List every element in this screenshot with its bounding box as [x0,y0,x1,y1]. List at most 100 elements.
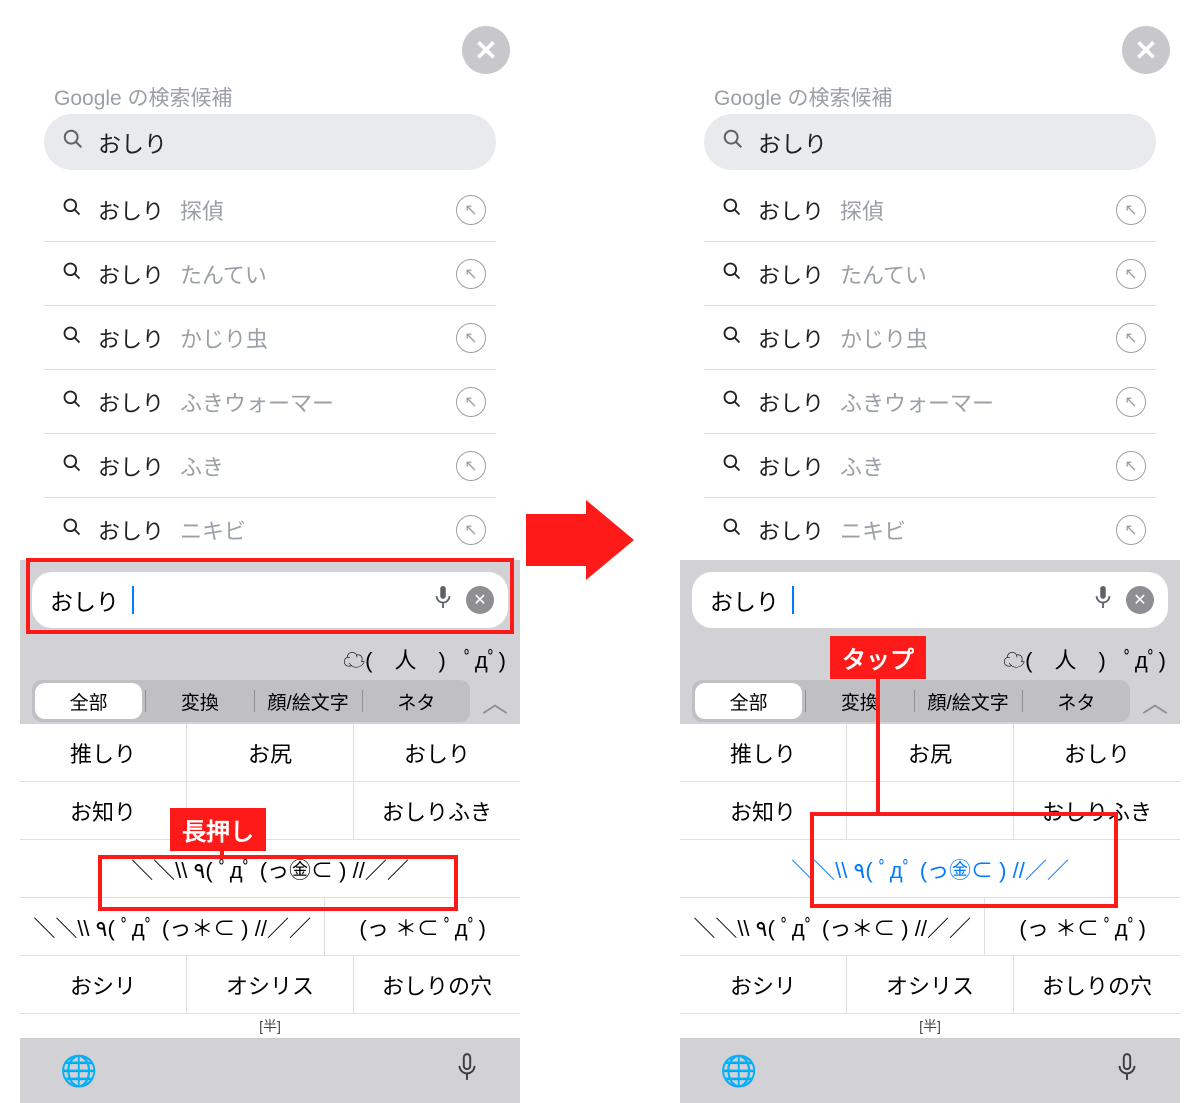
seg-neta[interactable]: ネタ [363,680,470,722]
suggestion-prefix: おしり [758,514,824,546]
candidate[interactable]: ＼＼\\ ٩( ﾟдﾟ (っ＊⊂ ) //／／ [20,898,325,955]
insert-icon[interactable]: ↖ [1116,451,1146,481]
emoji-shortcut[interactable]: ☁( 人 ) [1003,643,1106,675]
candidate[interactable]: おしりふき [1014,782,1180,839]
keyboard-area: ☁( 人 ) ﾟдﾟ) 全部 変換 顔/絵文字 ネタ ︿ 推しり お尻 [680,640,1180,1103]
candidate[interactable]: おしりの穴 [354,956,520,1013]
candidate[interactable]: (っ ＊⊂ ﾟдﾟ) [985,898,1180,955]
suggestion-suffix: ふき [180,450,224,482]
footnote: [半] [20,1014,520,1039]
candidate[interactable]: ＼＼\\ ٩( ﾟдﾟ (っ＊⊂ ) //／／ [680,898,985,955]
candidate-area: 推しり お尻 おしり お知り おしりふき ＼＼\\ ٩( ﾟдﾟ (っ㊎⊂ ) … [20,724,520,1039]
clear-icon[interactable]: ✕ [466,586,494,614]
candidate[interactable]: お尻 [187,724,354,781]
text-cursor [132,586,134,614]
suggestion-row[interactable]: おしりかじり虫↖ [704,306,1156,370]
seg-all[interactable]: 全部 [35,683,142,719]
insert-icon[interactable]: ↖ [1116,387,1146,417]
suggestion-row[interactable]: おしりニキビ↖ [44,498,496,562]
candidate[interactable]: お尻 [847,724,1014,781]
suggestion-row[interactable]: おしりふき↖ [704,434,1156,498]
suggestion-suffix: 探偵 [840,194,884,226]
text-input[interactable]: おしり ✕ [32,572,508,628]
suggestion-row[interactable]: おしりたんてい↖ [44,242,496,306]
emoji-shortcut[interactable]: ﾟдﾟ) [1124,643,1166,675]
candidate[interactable]: お知り [20,782,187,839]
candidate[interactable]: おしりの穴 [1014,956,1180,1013]
candidate[interactable]: 推しり [20,724,187,781]
seg-all[interactable]: 全部 [695,683,802,719]
suggestion-row[interactable]: おしりかじり虫↖ [44,306,496,370]
mic-icon[interactable] [454,1052,480,1090]
search-icon [722,516,742,544]
candidate[interactable]: おシリ [680,956,847,1013]
candidate[interactable]: おしり [1014,724,1180,781]
suggestion-row[interactable]: おしりふき↖ [44,434,496,498]
suggestion-prefix: おしり [98,514,164,546]
suggestion-row[interactable]: おしり探偵 ↖ [704,178,1156,242]
search-icon [62,128,84,157]
search-icon [722,324,742,352]
emoji-shortcut[interactable]: ☁( 人 ) [343,643,446,675]
candidate[interactable]: おシリ [20,956,187,1013]
suggestion-row[interactable]: おしり探偵↖ [44,178,496,242]
insert-icon[interactable]: ↖ [1116,515,1146,545]
globe-icon[interactable]: 🌐 [720,1054,757,1089]
seg-neta[interactable]: ネタ [1023,680,1130,722]
close-icon[interactable]: ✕ [462,26,510,74]
address-bar-wrap: おしり ✕ [20,560,520,640]
suggestion-suffix: 探偵 [180,194,224,226]
emoji-shortcut[interactable]: ﾟдﾟ) [464,643,506,675]
insert-icon[interactable]: ↖ [1116,259,1146,289]
suggestion-row[interactable]: おしりたんてい↖ [704,242,1156,306]
insert-icon[interactable]: ↖ [456,387,486,417]
suggestion-row[interactable]: おしりニキビ ↖ [704,498,1156,562]
clear-icon[interactable]: ✕ [1126,586,1154,614]
candidate-kaomoji[interactable]: ＼＼\\ ٩( ﾟдﾟ (っ㊎⊂ ) //／／ [20,840,520,897]
candidate[interactable] [847,782,1014,839]
mic-icon[interactable] [432,584,454,617]
candidate[interactable]: オシリス [187,956,354,1013]
search-icon [62,196,82,224]
globe-icon[interactable]: 🌐 [60,1054,97,1089]
suggestion-suffix: ニキビ [840,514,906,546]
text-cursor [792,586,794,614]
search-icon [62,516,82,544]
insert-icon[interactable]: ↖ [456,515,486,545]
text-input[interactable]: おしり ✕ [692,572,1168,628]
candidate-kaomoji-selected[interactable]: ＼＼\\ ٩( ﾟдﾟ (っ㊎⊂ ) //／／ [680,840,1180,897]
candidate[interactable]: 推しり [680,724,847,781]
suggestion-prefix: おしり [758,194,824,226]
chevron-up-icon[interactable]: ︿ [482,683,508,720]
candidate[interactable]: オシリス [847,956,1014,1013]
insert-icon[interactable]: ↖ [1116,195,1146,225]
mic-icon[interactable] [1092,584,1114,617]
candidate[interactable]: おしり [354,724,520,781]
address-bar-wrap: おしり ✕ [680,560,1180,640]
search-icon [62,324,82,352]
close-icon[interactable]: ✕ [1122,26,1170,74]
search-icon [62,452,82,480]
suggestion-prefix: おしり [98,258,164,290]
insert-icon[interactable]: ↖ [456,195,486,225]
candidate[interactable]: (っ ＊⊂ ﾟдﾟ) [325,898,520,955]
insert-icon[interactable]: ↖ [456,259,486,289]
seg-henkan[interactable]: 変換 [806,680,913,722]
insert-icon[interactable]: ↖ [1116,323,1146,353]
insert-icon[interactable]: ↖ [456,323,486,353]
chevron-up-icon[interactable]: ︿ [1142,683,1168,720]
seg-henkan[interactable]: 変換 [146,680,253,722]
suggestion-row[interactable]: おしりふきウォーマー↖ [704,370,1156,434]
mic-icon[interactable] [1114,1052,1140,1090]
search-chip[interactable]: おしり [704,114,1156,170]
search-chip[interactable]: おしり [44,114,496,170]
seg-kao[interactable]: 顔/絵文字 [255,680,362,722]
suggestion-suffix: たんてい [840,258,927,290]
suggestion-row[interactable]: おしりふきウォーマー↖ [44,370,496,434]
suggestion-suffix: かじり虫 [180,322,268,354]
candidate[interactable]: お知り [680,782,847,839]
insert-icon[interactable]: ↖ [456,451,486,481]
seg-kao[interactable]: 顔/絵文字 [915,680,1022,722]
candidate[interactable]: おしりふき [354,782,520,839]
screen-before: ✕ Google の検索候補 おしり おしり探偵↖おしりたんてい↖おしりかじり虫… [20,0,520,1103]
